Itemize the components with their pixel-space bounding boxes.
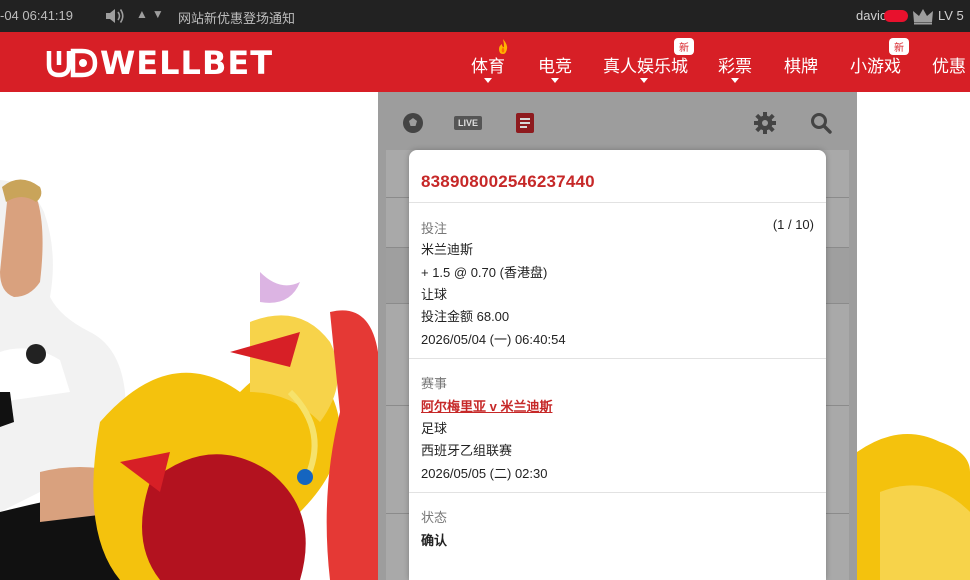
event-sport: 足球 (421, 421, 448, 436)
event-section-label: 赛事 (421, 376, 448, 391)
arrow-down-icon[interactable]: ▼ (152, 7, 168, 21)
panel-toolbar: LIVE (378, 92, 857, 150)
divider (409, 492, 826, 493)
status-badge: 确认 (421, 533, 448, 548)
speaker-icon[interactable] (104, 6, 126, 26)
soccer-ball-icon[interactable] (402, 112, 424, 134)
notice-ticker[interactable]: 网站新优惠登场通知 (178, 8, 295, 27)
bet-slip-icon[interactable] (514, 112, 536, 134)
arrow-up-icon[interactable]: ▲ (136, 7, 152, 21)
bet-receipt-dialog: 838908002546237440 投注 (1 / 10) 米兰迪斯 + 1.… (409, 150, 826, 580)
main-header: WELLBET 体育 电竞 新 真人娱乐城 彩票 棋牌 新 小游戏 优惠 (0, 32, 970, 92)
nav-lottery[interactable]: 彩票 (718, 52, 752, 77)
paint-splash-right (857, 434, 970, 580)
search-icon[interactable] (810, 112, 832, 134)
bet-market: 让球 (421, 287, 448, 302)
order-id: 838908002546237440 (421, 172, 595, 191)
gear-icon[interactable] (754, 112, 776, 134)
notice-arrows[interactable]: ▲▼ (136, 7, 168, 21)
nav-promotions[interactable]: 优惠 (932, 52, 966, 77)
nav-esports[interactable]: 电竞 (538, 52, 572, 77)
bet-section-label: 投注 (421, 221, 448, 236)
logo-mark-icon (46, 48, 98, 78)
top-bar: -04 06:41:19 ▲▼ 网站新优惠登场通知 davic LV 5 (0, 0, 970, 32)
logo-text: WELLBET (100, 44, 274, 82)
nav-live-casino[interactable]: 真人娱乐城 (603, 52, 688, 77)
nav-lottery-caret-icon (731, 78, 739, 83)
bet-selection-team: 米兰迪斯 (421, 242, 474, 257)
bet-odds: + 1.5 @ 0.70 (香港盘) (421, 265, 548, 280)
nav-esports-caret-icon (551, 78, 559, 83)
divider (409, 358, 826, 359)
bet-stake: 投注金额 68.00 (421, 309, 510, 324)
paint-splash-left (93, 272, 378, 580)
event-match-link[interactable]: 阿尔梅里亚 v 米兰迪斯 (421, 396, 552, 415)
live-icon[interactable]: LIVE (454, 116, 483, 130)
nav-live-casino-caret-icon (640, 78, 648, 83)
status-section-label: 状态 (421, 510, 448, 525)
clock-time: -04 06:41:19 (0, 8, 74, 23)
nav-sports[interactable]: 体育 (471, 52, 505, 77)
username-redaction (884, 10, 908, 22)
event-league: 西班牙乙组联赛 (421, 443, 513, 458)
nav-chess-cards[interactable]: 棋牌 (784, 52, 818, 77)
nav-sports-caret-icon (484, 78, 492, 83)
username[interactable]: davic (856, 8, 886, 23)
crown-icon (913, 9, 933, 25)
event-kickoff-time: 2026/05/05 (二) 02:30 (421, 466, 548, 481)
divider (409, 202, 826, 203)
vip-level: LV 5 (938, 8, 964, 23)
bet-count: (1 / 10) (772, 217, 814, 232)
nav-mini-games[interactable]: 小游戏 (850, 52, 901, 77)
bet-placed-time: 2026/05/04 (一) 06:40:54 (421, 332, 566, 347)
wellbet-logo[interactable]: WELLBET (46, 44, 274, 82)
